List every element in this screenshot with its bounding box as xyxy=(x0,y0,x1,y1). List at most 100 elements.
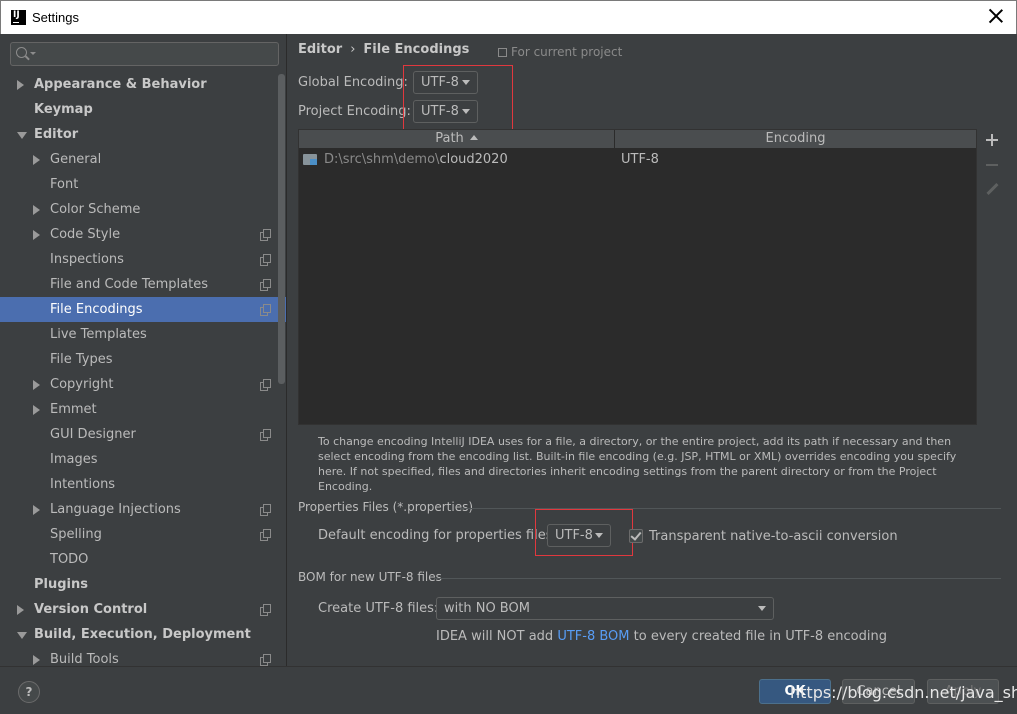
project-scope-icon xyxy=(260,604,271,616)
watermark-text: https://blog.csdn.net/java_shm xyxy=(790,683,1017,702)
sidebar-item-file-types[interactable]: File Types xyxy=(0,347,286,372)
sidebar-item-todo[interactable]: TODO xyxy=(0,547,286,572)
edit-icon[interactable] xyxy=(984,182,1000,198)
sidebar-item-label: TODO xyxy=(50,552,89,567)
collapsed-arrow-icon[interactable] xyxy=(33,380,40,390)
sidebar-item-label: Language Injections xyxy=(50,502,181,517)
dropdown-arrow-icon xyxy=(758,606,766,611)
expanded-arrow-icon[interactable] xyxy=(17,132,27,139)
collapsed-arrow-icon[interactable] xyxy=(17,605,24,615)
sidebar-item-label: Images xyxy=(50,452,98,467)
sidebar-item-editor[interactable]: Editor xyxy=(0,122,286,147)
expanded-arrow-icon[interactable] xyxy=(17,632,27,639)
sidebar-item-inspections[interactable]: Inspections xyxy=(0,247,286,272)
sidebar-item-copyright[interactable]: Copyright xyxy=(0,372,286,397)
collapsed-arrow-icon[interactable] xyxy=(33,655,40,665)
sidebar-item-label: File Types xyxy=(50,352,113,367)
sidebar-item-file-and-code-templates[interactable]: File and Code Templates xyxy=(0,272,286,297)
sidebar-item-label: Build, Execution, Deployment xyxy=(34,627,251,642)
breadcrumb-separator: › xyxy=(350,42,356,57)
encoding-cell[interactable]: UTF-8 xyxy=(621,149,659,171)
column-header-encoding[interactable]: Encoding xyxy=(615,130,976,148)
sidebar-item-label: Spelling xyxy=(50,527,102,542)
sidebar-item-live-templates[interactable]: Live Templates xyxy=(0,322,286,347)
breadcrumb-current: File Encodings xyxy=(363,42,470,57)
help-button[interactable]: ? xyxy=(18,681,40,703)
collapsed-arrow-icon[interactable] xyxy=(33,405,40,415)
sidebar-item-label: Version Control xyxy=(34,602,148,617)
sidebar-item-label: Keymap xyxy=(34,102,93,117)
sidebar-item-label: Copyright xyxy=(50,377,114,392)
sidebar-item-font[interactable]: Font xyxy=(0,172,286,197)
properties-encoding-label: Default encoding for properties files: xyxy=(318,528,557,543)
window-title: Settings xyxy=(32,10,79,25)
collapsed-arrow-icon[interactable] xyxy=(17,80,24,90)
search-input[interactable] xyxy=(10,42,279,66)
collapsed-arrow-icon[interactable] xyxy=(33,230,40,240)
encoding-help-text: To change encoding IntelliJ IDEA uses fo… xyxy=(318,435,957,493)
settings-sidebar: Appearance & Behavior Keymap Editor General… xyxy=(0,34,287,667)
sidebar-item-language-injections[interactable]: Language Injections xyxy=(0,497,286,522)
sidebar-item-appearance-behavior[interactable]: Appearance & Behavior xyxy=(0,72,286,97)
intellij-app-icon: IJ xyxy=(11,10,26,25)
file-encodings-panel: Editor › File Encodings For current projec… xyxy=(288,34,1017,666)
sidebar-item-intentions[interactable]: Intentions xyxy=(0,472,286,497)
sidebar-item-label: File and Code Templates xyxy=(50,277,208,292)
sidebar-item-label: Live Templates xyxy=(50,327,147,342)
transparent-conversion-checkbox[interactable] xyxy=(629,529,643,543)
bom-select[interactable]: with NO BOM xyxy=(436,597,774,620)
sidebar-item-gui-designer[interactable]: GUI Designer xyxy=(0,422,286,447)
path-cell: D:\src\shm\demo\cloud2020 xyxy=(324,152,508,167)
sidebar-item-label: Plugins xyxy=(34,577,88,592)
search-icon xyxy=(16,47,27,58)
table-toolbar xyxy=(980,129,1004,425)
section-title: Properties Files (*.properties) xyxy=(298,500,474,514)
sidebar-item-images[interactable]: Images xyxy=(0,447,286,472)
sidebar-item-label: Appearance & Behavior xyxy=(34,77,207,92)
column-header-path[interactable]: Path xyxy=(299,130,615,148)
breadcrumb-parent[interactable]: Editor xyxy=(298,42,342,57)
sidebar-item-keymap[interactable]: Keymap xyxy=(0,97,286,122)
sidebar-item-label: File Encodings xyxy=(50,302,143,317)
bom-note: IDEA will NOT add UTF-8 BOM to every cre… xyxy=(436,629,887,644)
sidebar-item-color-scheme[interactable]: Color Scheme xyxy=(0,197,286,222)
sidebar-item-label: GUI Designer xyxy=(50,427,136,442)
chevron-down-icon[interactable] xyxy=(30,52,36,55)
sidebar-item-build-execution-deployment[interactable]: Build, Execution, Deployment xyxy=(0,622,286,647)
sidebar-item-label: Emmet xyxy=(50,402,97,417)
utf8-bom-link[interactable]: UTF-8 BOM xyxy=(557,629,629,644)
sidebar-item-plugins[interactable]: Plugins xyxy=(0,572,286,597)
project-encoding-label: Project Encoding: xyxy=(298,104,411,119)
sidebar-item-code-style[interactable]: Code Style xyxy=(0,222,286,247)
sidebar-item-label: Inspections xyxy=(50,252,124,267)
remove-icon[interactable] xyxy=(984,157,1000,173)
close-icon[interactable] xyxy=(988,8,1004,24)
path-encoding-table: Path Encoding D:\src\shm\demo\cloud2020 … xyxy=(298,129,977,425)
section-divider xyxy=(434,578,1001,579)
sidebar-item-emmet[interactable]: Emmet xyxy=(0,397,286,422)
sidebar-item-version-control[interactable]: Version Control xyxy=(0,597,286,622)
create-utf8-label: Create UTF-8 files: xyxy=(318,601,439,616)
project-scope-icon xyxy=(260,379,271,391)
project-scope-icon xyxy=(498,48,507,57)
module-folder-icon xyxy=(303,154,317,165)
transparent-conversion-label[interactable]: Transparent native-to-ascii conversion xyxy=(649,529,898,544)
add-icon[interactable] xyxy=(984,132,1000,148)
collapsed-arrow-icon[interactable] xyxy=(33,155,40,165)
project-scope-icon xyxy=(260,429,271,441)
table-row[interactable]: D:\src\shm\demo\cloud2020 UTF-8 xyxy=(299,149,976,171)
project-scope-icon xyxy=(260,654,271,666)
sidebar-item-spelling[interactable]: Spelling xyxy=(0,522,286,547)
sidebar-item-file-encodings[interactable]: File Encodings xyxy=(0,297,286,322)
project-scope-icon xyxy=(260,279,271,291)
sidebar-item-label: General xyxy=(50,152,102,167)
project-scope-icon xyxy=(260,229,271,241)
table-header: Path Encoding xyxy=(299,130,976,148)
settings-tree: Appearance & Behavior Keymap Editor General… xyxy=(0,72,286,672)
sidebar-item-general[interactable]: General xyxy=(0,147,286,172)
collapsed-arrow-icon[interactable] xyxy=(33,505,40,515)
collapsed-arrow-icon[interactable] xyxy=(33,205,40,215)
sidebar-scrollbar[interactable] xyxy=(278,74,285,384)
sidebar-item-label: Intentions xyxy=(50,477,116,492)
scope-note: For current project xyxy=(498,45,622,59)
